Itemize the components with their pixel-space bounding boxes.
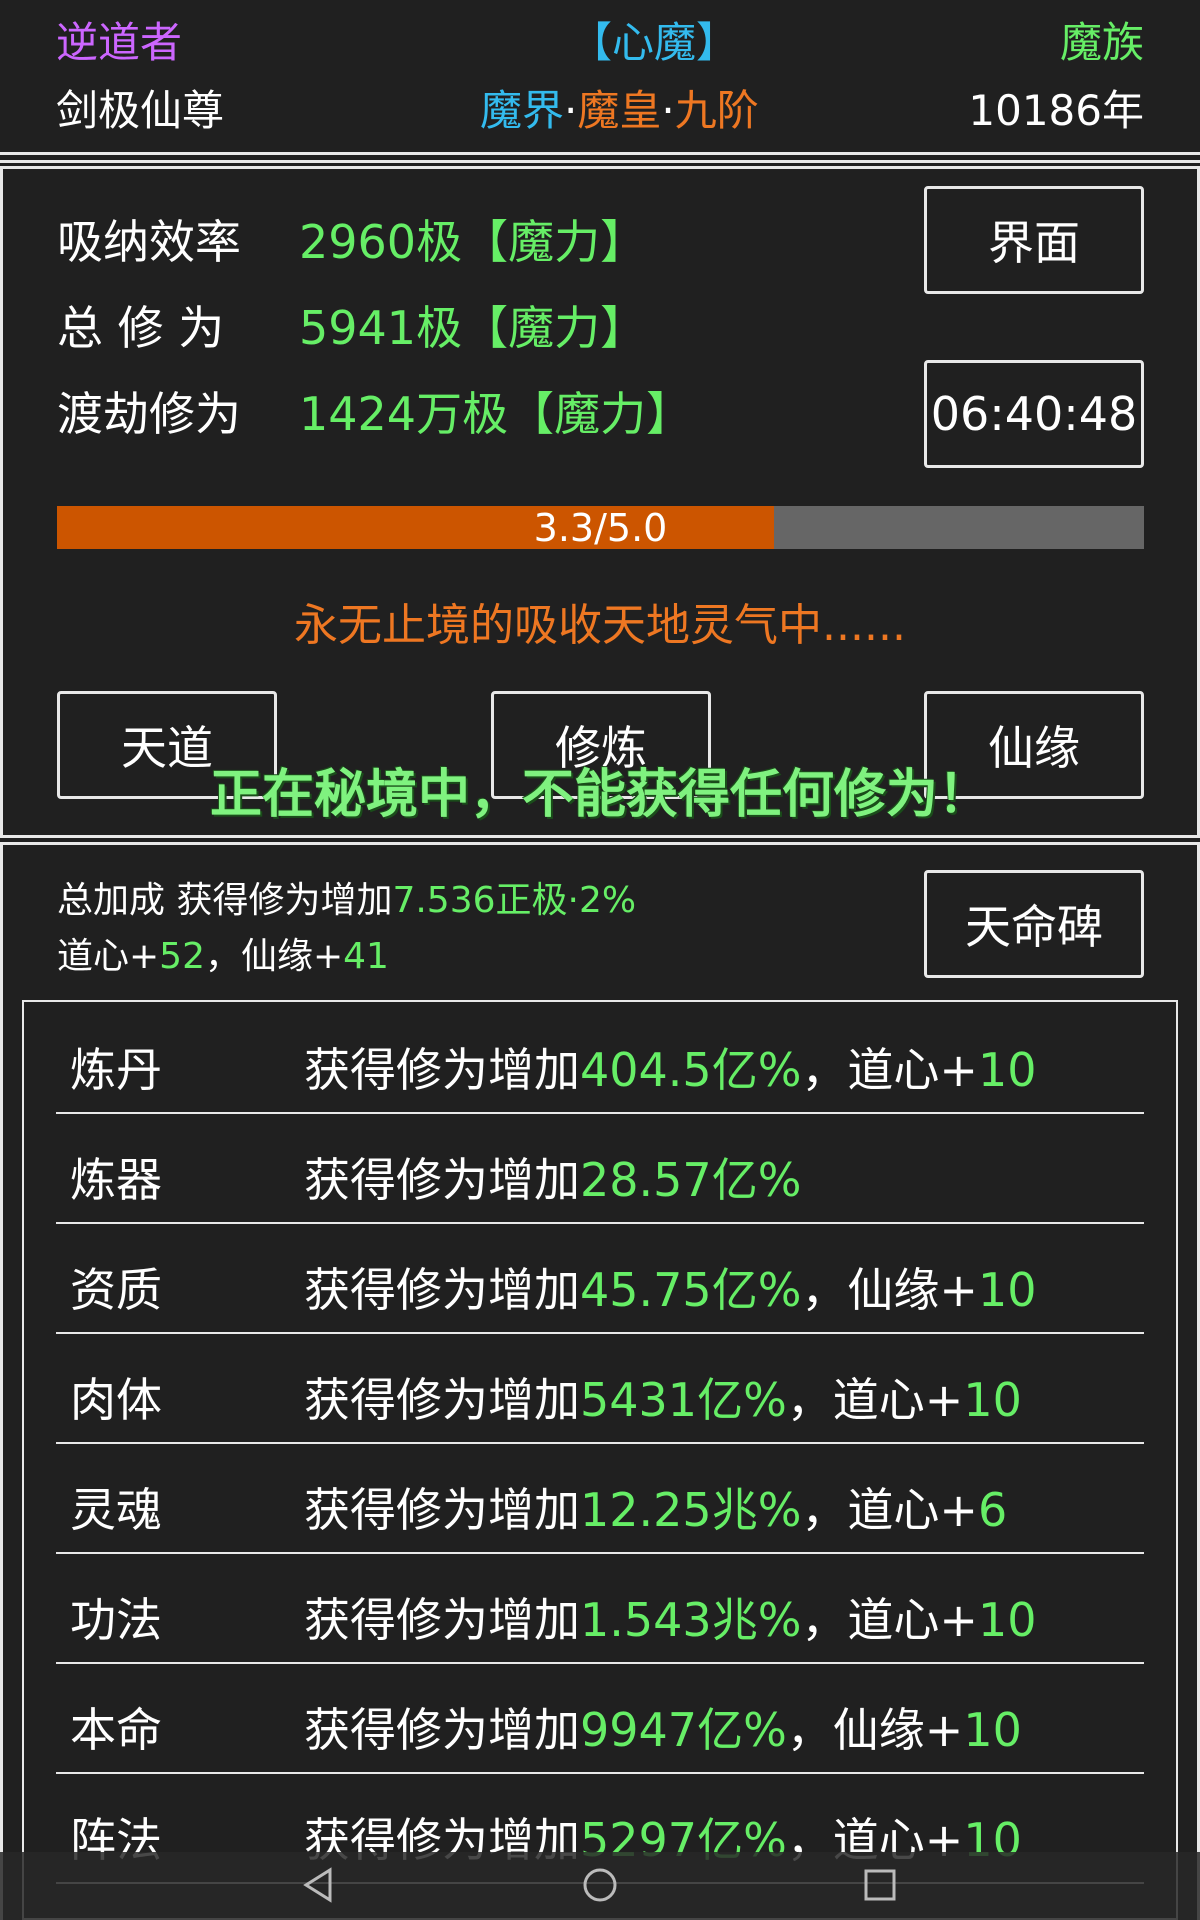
- dao-xianyuan-line: 道心+52，仙缘+41: [57, 939, 389, 975]
- row-category: 资质: [70, 1263, 162, 1317]
- row-category: 本命: [70, 1703, 162, 1757]
- cultivation-panel: 吸纳效率 2960极【魔力】 总 修 为 5941极【魔力】 渡劫修为 1424…: [0, 166, 1200, 838]
- row-category: 肉体: [70, 1373, 162, 1427]
- daoxin-label: 道心+: [57, 936, 160, 977]
- row-value: 9947亿%: [580, 1703, 787, 1757]
- row-bonus: 10: [977, 1263, 1037, 1317]
- interface-button[interactable]: 界面: [924, 186, 1144, 294]
- table-row: 资质 获得修为增加45.75亿%，仙缘+10: [56, 1222, 1144, 1334]
- row-category: 炼丹: [70, 1043, 162, 1097]
- table-row: 灵魂 获得修为增加12.25兆%，道心+6: [56, 1442, 1144, 1554]
- row-suffix: ，道心+: [801, 1043, 978, 1097]
- tribulation-value: 1424万极【魔力】: [299, 387, 693, 441]
- realm-dot: ·: [564, 86, 578, 135]
- table-row: 炼器 获得修为增加28.57亿%: [56, 1112, 1144, 1224]
- row-suffix: ，道心+: [801, 1483, 978, 1537]
- row-prefix: 获得修为增加: [304, 1593, 580, 1647]
- xianyuan-label: ，仙缘+: [204, 936, 344, 977]
- row-prefix: 获得修为增加: [304, 1483, 580, 1537]
- total-value: 5941极【魔力】: [299, 301, 647, 355]
- absorb-value: 2960极【魔力】: [299, 215, 647, 269]
- row-value: 404.5亿%: [580, 1043, 802, 1097]
- player-title: 逆道者: [56, 18, 183, 67]
- row-suffix: ，仙缘+: [786, 1703, 964, 1757]
- home-icon[interactable]: [575, 1860, 625, 1910]
- row-value: 1.543兆%: [580, 1593, 802, 1647]
- absorb-label: 吸纳效率: [57, 215, 241, 269]
- row-prefix: 获得修为增加: [304, 1043, 580, 1097]
- total-bonus-line: 总加成 获得修为增加7.536正极·2%: [57, 883, 636, 919]
- realm-line: 魔界·魔皇·九阶: [480, 90, 759, 132]
- table-row: 肉体 获得修为增加5431亿%，道心+10: [56, 1332, 1144, 1444]
- tianming-button[interactable]: 天命碑: [924, 870, 1144, 978]
- race-label: 魔族: [1059, 18, 1144, 67]
- row-bonus: 10: [963, 1373, 1022, 1427]
- recents-icon[interactable]: [855, 1860, 905, 1910]
- row-bonus: 10: [977, 1043, 1037, 1097]
- row-prefix: 获得修为增加: [304, 1703, 580, 1757]
- table-row: 功法 获得修为增加1.543兆%，道心+10: [56, 1552, 1144, 1664]
- row-suffix: ，道心+: [801, 1593, 978, 1647]
- row-description: 获得修为增加5431亿%，道心+10: [304, 1364, 1022, 1430]
- row-description: 获得修为增加45.75亿%，仙缘+10: [304, 1254, 1037, 1320]
- row-suffix: ，仙缘+: [801, 1263, 978, 1317]
- table-row: 炼丹 获得修为增加404.5亿%，道心+10: [56, 1002, 1144, 1114]
- back-icon[interactable]: [294, 1860, 344, 1910]
- row-category: 灵魂: [70, 1483, 162, 1537]
- row-description: 获得修为增加12.25兆%，道心+6: [304, 1474, 1007, 1540]
- player-name: 剑极仙尊: [56, 86, 225, 135]
- cultivation-progress-bar: 3.3/5.0: [57, 505, 1144, 550]
- total-bonus-value: 7.536正极·2%: [392, 880, 637, 921]
- row-description: 获得修为增加1.543兆%，道心+10: [304, 1584, 1037, 1650]
- divider: [0, 160, 1200, 163]
- navigation-bar: [0, 1852, 1200, 1920]
- row-prefix: 获得修为增加: [304, 1373, 580, 1427]
- realm-world: 魔界: [480, 86, 565, 135]
- row-category: 功法: [70, 1593, 162, 1647]
- center-title: 【心魔】: [570, 18, 739, 67]
- header: 逆道者 剑极仙尊 【心魔】 魔界·魔皇·九阶 魔族 10186年: [0, 0, 1200, 152]
- total-bonus-label: 总加成 获得修为增加: [57, 880, 393, 921]
- timer-display[interactable]: 06:40:48: [924, 360, 1144, 468]
- row-description: 获得修为增加404.5亿%，道心+10: [304, 1034, 1037, 1100]
- row-value: 45.75亿%: [580, 1263, 802, 1317]
- divider: [0, 152, 1200, 155]
- row-bonus: 10: [977, 1593, 1037, 1647]
- secret-realm-notice: 正在秘境中，不能获得任何修为！: [209, 765, 990, 825]
- row-description: 获得修为增加9947亿%，仙缘+10: [304, 1694, 1022, 1760]
- table-row: 本命 获得修为增加9947亿%，仙缘+10: [56, 1662, 1144, 1774]
- age-label: 10186年: [968, 86, 1144, 135]
- row-bonus: 6: [977, 1483, 1008, 1537]
- realm-level: 九阶: [674, 86, 759, 135]
- progress-text: 3.3/5.0: [533, 505, 668, 550]
- xianyuan-value: 41: [343, 936, 389, 977]
- row-description: 获得修为增加28.57亿%: [304, 1144, 801, 1210]
- bonus-table: 炼丹 获得修为增加404.5亿%，道心+10 炼器 获得修为增加28.57亿% 资质 获得…: [22, 1000, 1178, 1920]
- daoxin-value: 52: [159, 936, 205, 977]
- row-suffix: ，道心+: [786, 1373, 964, 1427]
- row-category: 炼器: [70, 1153, 162, 1207]
- row-prefix: 获得修为增加: [304, 1263, 580, 1317]
- row-prefix: 获得修为增加: [304, 1153, 580, 1207]
- row-value: 12.25兆%: [580, 1483, 802, 1537]
- realm-dot: ·: [661, 86, 675, 135]
- status-message: 永无止境的吸收天地灵气中......: [294, 600, 906, 651]
- row-value: 5431亿%: [580, 1373, 787, 1427]
- row-value: 28.57亿%: [580, 1153, 802, 1207]
- row-bonus: 10: [963, 1703, 1022, 1757]
- realm-rank: 魔皇: [577, 86, 662, 135]
- tribulation-label: 渡劫修为: [57, 387, 241, 441]
- total-label: 总 修 为: [57, 301, 225, 355]
